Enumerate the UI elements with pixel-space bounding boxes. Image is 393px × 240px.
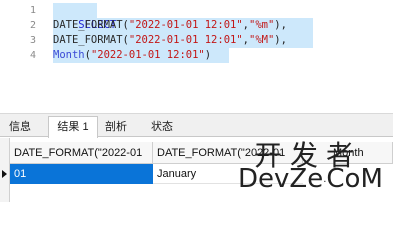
tab-info[interactable]: 信息: [4, 117, 36, 138]
sql-editor[interactable]: 1 2 3 4 SELECT DATE_FORMAT("2022-01-01 1…: [0, 0, 393, 104]
tab-profile[interactable]: 剖析: [100, 117, 132, 138]
watermark-logo-bottom: DevZe.CoM: [238, 164, 383, 194]
watermark-text: CoM: [326, 164, 383, 194]
table-cell[interactable]: 01: [10, 164, 153, 184]
line-number: 4: [29, 50, 36, 61]
string-literal: "2022-01-01 12:01": [128, 19, 243, 31]
format-string: "%m": [249, 19, 275, 31]
string-literal: "2022-01-01 12:01": [90, 49, 205, 61]
function-name: DATE_FORMAT: [53, 19, 123, 31]
code-line-4: Month("2022-01-01 12:01"): [53, 48, 211, 63]
column-header[interactable]: DATE_FORMAT("2022-01: [10, 142, 153, 164]
line-number: 3: [29, 35, 36, 46]
code-line-2: DATE_FORMAT("2022-01-01 12:01","%m"),: [53, 18, 287, 33]
format-string: "%M": [249, 34, 275, 46]
line-number: 1: [29, 5, 36, 16]
punctuation: ),: [274, 34, 287, 46]
code-line-3: DATE_FORMAT("2022-01-01 12:01","%M"),: [53, 33, 287, 48]
function-name: DATE_FORMAT: [53, 34, 123, 46]
function-name: Month: [53, 49, 85, 61]
current-row-arrow-icon: [2, 170, 7, 178]
punctuation: ),: [274, 19, 287, 31]
tab-status[interactable]: 状态: [146, 117, 178, 138]
line-number-gutter: 1 2 3 4: [0, 0, 40, 72]
tab-result-1[interactable]: 结果 1: [48, 116, 98, 139]
string-literal: "2022-01-01 12:01": [128, 34, 243, 46]
line-number: 2: [29, 20, 36, 31]
punctuation: ): [204, 49, 212, 61]
watermark-text: DevZe: [238, 164, 324, 194]
